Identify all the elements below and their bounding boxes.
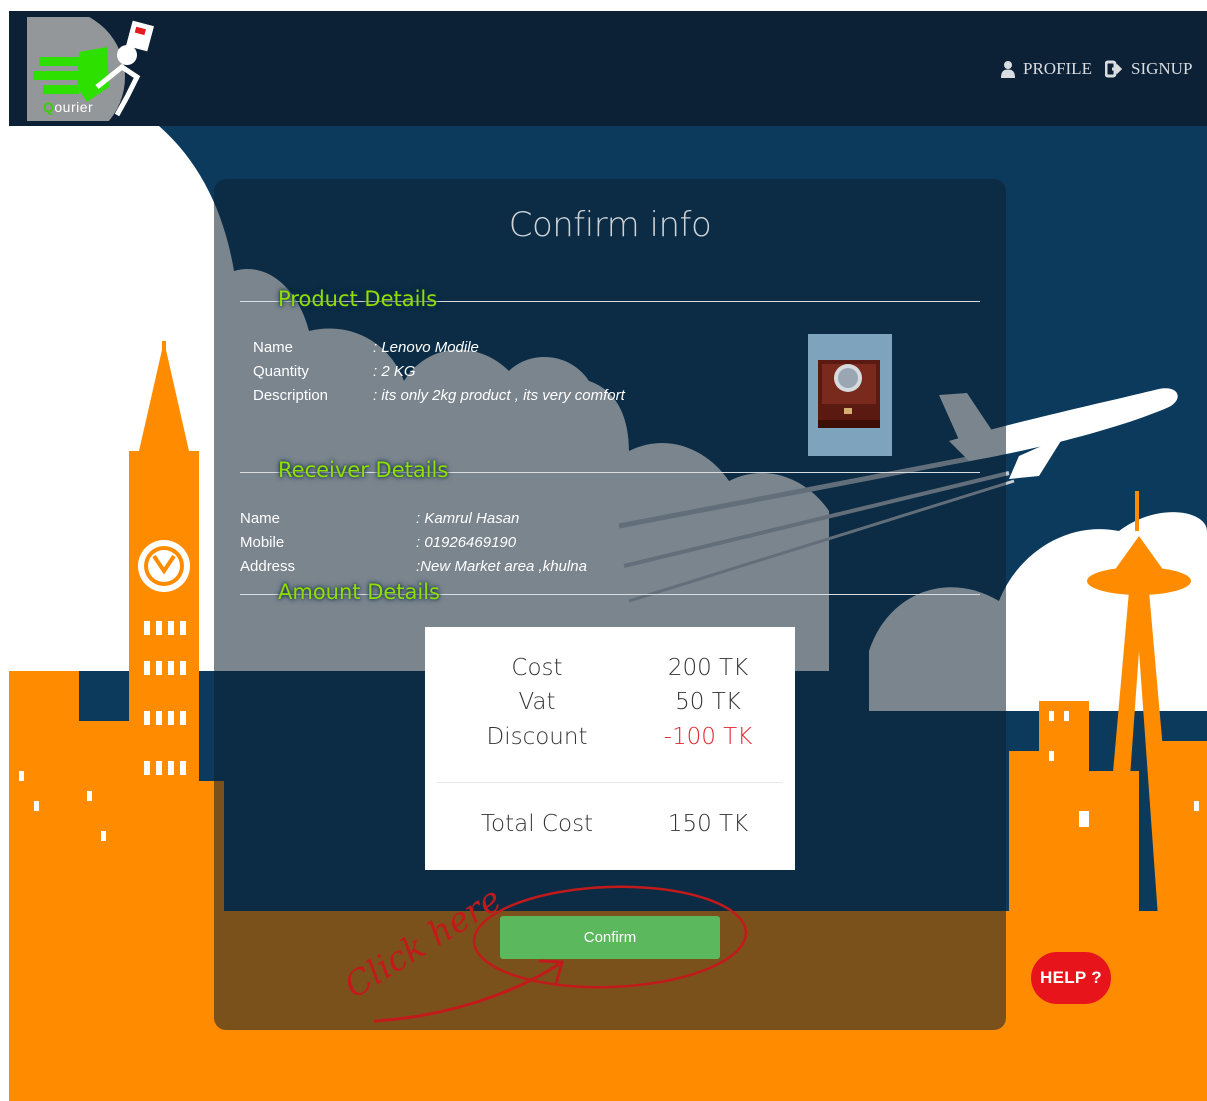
receiver-name-value: : Kamrul Hasan <box>416 510 520 527</box>
click-here-text: Click here <box>338 879 509 1007</box>
help-button[interactable]: HELP ? <box>1031 952 1111 1004</box>
vat-label: Vat <box>518 689 556 715</box>
product-name-value: : Lenovo Modile <box>373 339 479 356</box>
cost-value: 200 TK <box>667 655 749 681</box>
receiver-name-label: Name <box>240 510 281 527</box>
total-cost-label: Total Cost <box>480 811 594 837</box>
amount-summary-box: Cost 200 TK Vat 50 TK Discount -100 TK T… <box>425 627 795 870</box>
discount-value: -100 TK <box>663 724 753 750</box>
click-here-annotation: Click here <box>338 879 748 1023</box>
signup-icon <box>1105 60 1123 78</box>
nav-profile-link[interactable]: PROFILE <box>1001 59 1092 79</box>
receiver-mobile-value: : 01926469190 <box>416 534 517 551</box>
receiver-details-list: Name : Kamrul Hasan Mobile : 01926469190… <box>240 507 740 587</box>
product-description-value: : its only 2kg product , its very comfor… <box>373 387 625 404</box>
page: Qourier PROFILE SIGNUP Confirm info Prod… <box>9 11 1207 1101</box>
product-description-label: Description <box>253 387 329 404</box>
receiver-details-heading: Receiver Details <box>278 458 449 482</box>
nav-signup-link[interactable]: SIGNUP <box>1105 59 1192 79</box>
product-quantity-label: Quantity <box>253 363 309 380</box>
product-quantity-value: : 2 KG <box>373 363 416 380</box>
user-icon <box>1001 61 1015 78</box>
amount-row-vat: Vat 50 TK <box>425 689 795 723</box>
amount-divider <box>437 782 783 783</box>
product-name-label: Name <box>253 339 294 356</box>
top-navbar: Qourier PROFILE SIGNUP <box>9 11 1207 126</box>
product-image <box>808 334 892 456</box>
receiver-details-legend: Receiver Details <box>240 458 980 482</box>
vat-value: 50 TK <box>675 689 741 715</box>
receiver-address-label: Address <box>240 558 296 575</box>
product-details-list: Name : Lenovo Modile Quantity : 2 KG Des… <box>253 336 753 416</box>
amount-row-cost: Cost 200 TK <box>425 655 795 689</box>
amount-details-legend: Amount Details <box>240 580 980 604</box>
logo-wordmark: Qourier <box>43 99 94 115</box>
cost-label: Cost <box>511 655 563 681</box>
amount-details-heading: Amount Details <box>278 580 441 604</box>
amount-row-discount: Discount -100 TK <box>425 724 795 758</box>
confirm-info-panel: Confirm info Product Details Name : Leno… <box>214 179 1006 1030</box>
product-details-heading: Product Details <box>278 287 438 311</box>
receiver-address-value: :New Market area ,khulna <box>416 558 587 575</box>
page-title: Confirm info <box>508 205 712 245</box>
nav-signup-label[interactable]: SIGNUP <box>1131 59 1192 79</box>
amount-row-total: Total Cost 150 TK <box>425 811 795 845</box>
receiver-mobile-label: Mobile <box>240 534 285 551</box>
total-cost-value: 150 TK <box>667 811 749 837</box>
discount-label: Discount <box>486 724 588 750</box>
product-details-legend: Product Details <box>240 287 980 311</box>
nav-profile-label[interactable]: PROFILE <box>1023 59 1092 79</box>
